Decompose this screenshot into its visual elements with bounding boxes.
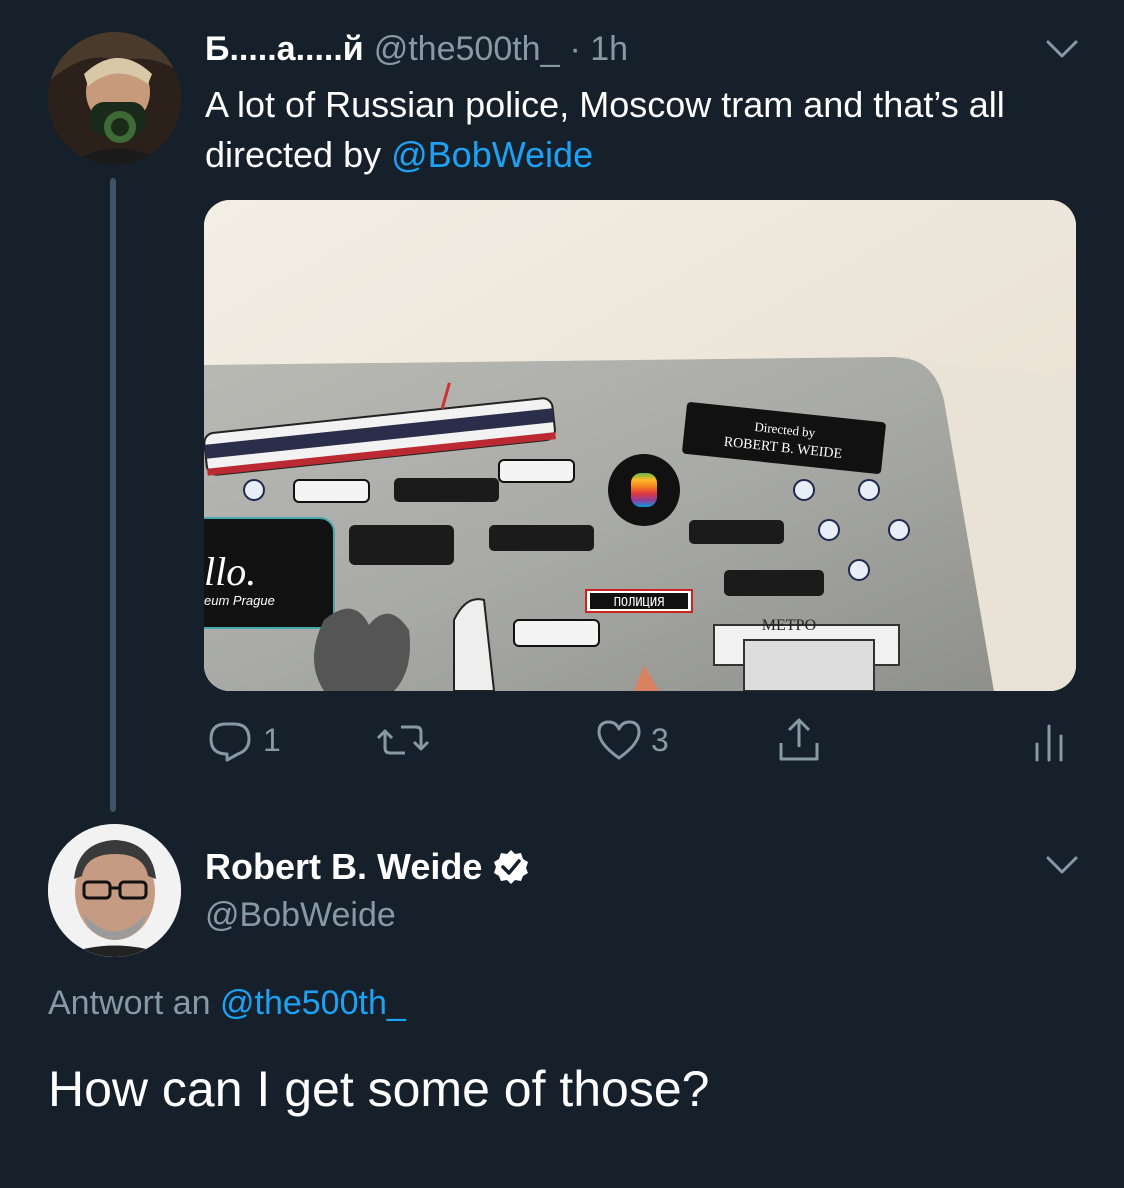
chevron-down-icon[interactable]: [1042, 850, 1082, 880]
reply-count: 1: [263, 721, 281, 758]
sticker-police-text: ПОЛИЦИЯ: [614, 595, 665, 609]
display-name[interactable]: Б.....а.....й: [205, 30, 364, 69]
tweet-header: Б.....а.....й @the500th_ · 1h: [205, 30, 628, 72]
retweet-button[interactable]: [375, 712, 431, 768]
avatar[interactable]: [48, 824, 181, 957]
retweet-icon: [376, 725, 430, 755]
display-name-line: Robert B. Weide: [205, 846, 530, 888]
sticker-trello-text: llo.: [204, 549, 256, 594]
tweet-actions: 1 3: [205, 712, 1075, 768]
reply-button[interactable]: 1: [205, 712, 281, 768]
replying-to: Antwort an @the500th_: [48, 984, 406, 1023]
handle[interactable]: @the500th_: [374, 30, 560, 69]
mention-link[interactable]: @BobWeide: [391, 134, 593, 175]
share-button[interactable]: [775, 712, 823, 768]
tweet-text: How can I get some of those?: [48, 1061, 710, 1117]
tweet-photo[interactable]: llo. eum Prague Directed by ROBERT B. WE…: [204, 200, 1076, 691]
avatar[interactable]: [48, 32, 181, 165]
tweet-text-body: A lot of Russian police, Moscow tram and…: [205, 84, 1005, 175]
stats-button[interactable]: [1029, 712, 1069, 768]
reply-icon: [209, 722, 251, 762]
share-icon: [779, 718, 819, 761]
timeline: Б.....а.....й @the500th_ · 1h A lot of R…: [0, 0, 1124, 1188]
verified-badge-icon: [494, 850, 529, 884]
sticker-metro-text: МЕТРО: [762, 617, 816, 634]
thread-line: [110, 178, 116, 812]
sticker-prague-text: eum Prague: [204, 593, 275, 608]
reply-mention-link[interactable]: @the500th_: [220, 984, 406, 1022]
tweet-text: A lot of Russian police, Moscow tram and…: [205, 80, 1085, 180]
like-button[interactable]: 3: [595, 712, 669, 768]
timestamp[interactable]: · 1h: [570, 30, 629, 69]
reply-prefix: Antwort an: [48, 984, 220, 1022]
display-name[interactable]: Robert B. Weide: [205, 846, 482, 888]
like-count: 3: [651, 721, 669, 758]
handle[interactable]: @BobWeide: [205, 896, 396, 935]
like-icon: [597, 720, 641, 760]
chevron-down-icon[interactable]: [1042, 34, 1082, 64]
stats-icon: [1035, 724, 1063, 762]
